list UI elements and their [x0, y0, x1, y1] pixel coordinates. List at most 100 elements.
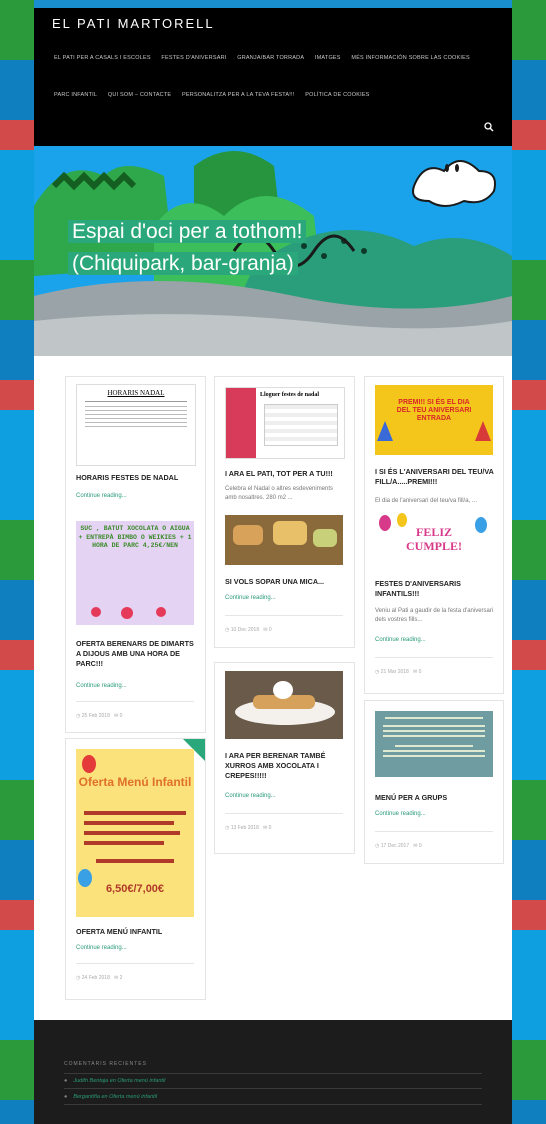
continue-reading-link[interactable]: Continue reading... [375, 637, 426, 643]
continue-reading-link[interactable]: Continue reading... [375, 811, 426, 817]
comment-count[interactable]: 0 [120, 713, 123, 719]
post-date[interactable]: 17 Dec 2017 [381, 843, 409, 849]
comment-icon: ✉ [114, 713, 119, 719]
clock-icon: ◷ [225, 825, 230, 831]
post-date[interactable]: 25 Feb 2018 [82, 713, 110, 719]
post-title[interactable]: I ARA PER BERENAR TAMBÉ XURROS AMB XOCOL… [225, 751, 347, 781]
post-excerpt: El dia de l'aniversari del teu/va fill/a… [375, 498, 477, 504]
comment-icon: ✉ [413, 843, 418, 849]
nav-item-festes[interactable]: FESTES D'ANIVERSARI [161, 55, 226, 61]
nav-item-personalitza[interactable]: PERSONALITZA PER A LA TEVA FESTA!!! [182, 92, 294, 98]
nav-item-politica-cookies[interactable]: POLÍTICA DE COOKIES [305, 92, 369, 98]
nav-item-granja[interactable]: GRANJA/BAR TORRADA [237, 55, 304, 61]
divider [76, 963, 194, 964]
post-title[interactable]: HORARIS FESTES DE NADAL [76, 473, 198, 483]
post-title[interactable]: I SI ÉS L'ANIVERSARI DEL TEU/VA FILL/A..… [375, 467, 497, 487]
divider [64, 1088, 482, 1089]
post-title[interactable]: MENÚ PER A GRUPS [375, 793, 497, 803]
post-title[interactable]: SI VOLS SOPAR UNA MICA... [225, 577, 347, 587]
recent-comment-item[interactable]: ● Bergantiña en Oferta menú infantil [64, 1094, 157, 1100]
post-meta: ◷ 24 Feb 2018 ✉ 2 [76, 975, 122, 981]
comment-icon: ✉ [114, 975, 119, 981]
comment-count[interactable]: 0 [419, 669, 422, 675]
site-footer: COMENTARIS RECIENTES ● Judith Bentaja en … [34, 1020, 512, 1124]
thumbnail-heading: Lloguer festes de nadal [260, 392, 320, 398]
post-date[interactable]: 21 Mar 2018 [381, 669, 409, 675]
divider [64, 1073, 482, 1074]
comment-icon: ● [64, 1094, 68, 1100]
post-thumbnail[interactable] [225, 671, 343, 739]
comment-icon: ✉ [263, 627, 268, 633]
comment-icon: ● [64, 1078, 68, 1084]
post-title[interactable]: OFERTA MENÚ INFANTIL [76, 927, 198, 937]
post-meta: ◷ 21 Mar 2018 ✉ 0 [375, 669, 421, 675]
continue-reading-link[interactable]: Continue reading... [225, 595, 276, 601]
primary-nav-row-1: EL PATI PER A CASALS I ESCOLES FESTES D'… [54, 55, 479, 61]
post-meta: ◷ 10 Dec 2018 ✉ 0 [225, 627, 272, 633]
divider [375, 657, 493, 658]
divider [76, 701, 194, 702]
continue-reading-link[interactable]: Continue reading... [76, 493, 127, 499]
post-thumbnail[interactable] [375, 711, 493, 777]
background-left [0, 0, 34, 1124]
post-title[interactable]: OFERTA BERENARS DE DIMARTS A DIJOUS AMB … [76, 639, 198, 669]
thumbnail-price: 6,50€/7,00€ [105, 883, 165, 895]
clock-icon: ◷ [76, 975, 81, 981]
continue-reading-link[interactable]: Continue reading... [76, 683, 127, 689]
post-card-aniversari-premi: PREMI!! SI ÉS EL DIA DEL TEU ANIVERSARI … [364, 376, 504, 694]
continue-reading-link[interactable]: Continue reading... [76, 945, 127, 951]
thumbnail-text: FELIZ CUMPLE! [406, 525, 462, 553]
post-card-lloguer: Lloguer festes de nadal I ARA EL PATI, T… [214, 376, 355, 648]
search-icon[interactable] [484, 122, 494, 132]
thumbnail-text: PREMI!! SI ÉS EL DIA DEL TEU ANIVERSARI … [396, 399, 472, 422]
thumbnail-heading: HORARIS NADAL [107, 389, 165, 397]
divider [225, 615, 343, 616]
clock-icon: ◷ [76, 713, 81, 719]
divider [225, 813, 343, 814]
post-date[interactable]: 13 Feb 2018 [231, 825, 259, 831]
post-title[interactable]: FESTES D'ANIVERSARIS INFANTILS!!! [375, 579, 497, 599]
nav-item-contacte[interactable]: QUI SOM – CONTACTE [108, 92, 171, 98]
nav-item-imatges[interactable]: IMATGES [315, 55, 341, 61]
nav-item-parc[interactable]: PARC INFANTIL [54, 92, 97, 98]
post-thumbnail[interactable]: SUC , BATUT XOCOLATA O AIGUA + ENTREPÀ B… [76, 521, 194, 625]
post-thumbnail[interactable]: HORARIS NADAL [76, 384, 196, 466]
post-thumbnail[interactable]: FELIZ CUMPLE! [375, 511, 493, 567]
site-title[interactable]: EL PATI MARTORELL [52, 16, 215, 31]
post-card-horaris-nadal: HORARIS NADAL HORARIS FESTES DE NADAL Co… [65, 376, 206, 733]
thumbnail-text: SUC , BATUT XOCOLATA O AIGUA + ENTREPÀ B… [78, 525, 192, 549]
primary-nav-row-2: PARC INFANTIL QUI SOM – CONTACTE PERSONA… [54, 92, 379, 98]
clock-icon: ◷ [375, 669, 380, 675]
clock-icon: ◷ [375, 843, 380, 849]
post-title[interactable]: I ARA EL PATI, TOT PER A TU!!! [225, 469, 347, 479]
post-thumbnail[interactable] [225, 515, 343, 565]
post-card-xurros: I ARA PER BERENAR TAMBÉ XURROS AMB XOCOL… [214, 662, 355, 854]
thumbnail-heading: Oferta Menú Infantil [78, 775, 192, 789]
divider [375, 831, 493, 832]
post-date[interactable]: 24 Feb 2018 [82, 975, 110, 981]
post-meta: ◷ 17 Dec 2017 ✉ 0 [375, 843, 422, 849]
page: EL PATI MARTORELL EL PATI PER A CASALS I… [34, 8, 512, 1124]
recent-comment-item[interactable]: ● Judith Bentaja en Oferta menú infantil [64, 1078, 165, 1084]
nav-item-cookies-info[interactable]: MÉS INFORMACIÓN SOBRE LAS COOKIES [351, 55, 469, 61]
comment-icon: ✉ [263, 825, 268, 831]
post-thumbnail[interactable]: Lloguer festes de nadal [225, 387, 345, 459]
post-meta: ◷ 25 Feb 2018 ✉ 0 [76, 713, 122, 719]
background-right [512, 0, 546, 1124]
post-thumbnail[interactable]: PREMI!! SI ÉS EL DIA DEL TEU ANIVERSARI … [375, 385, 493, 455]
nav-item-casals[interactable]: EL PATI PER A CASALS I ESCOLES [54, 55, 151, 61]
comment-count[interactable]: 0 [419, 843, 422, 849]
continue-reading-link[interactable]: Continue reading... [225, 793, 276, 799]
comment-icon: ✉ [413, 669, 418, 675]
post-excerpt: Veniu al Pati a gaudir de la festa d'ani… [375, 608, 494, 623]
hero-banner: Espai d'oci per a tothom! (Chiquipark, b… [34, 146, 512, 356]
comment-count[interactable]: 0 [269, 627, 272, 633]
footer-widget-title: COMENTARIS RECIENTES [64, 1061, 147, 1067]
post-meta: ◷ 13 Feb 2018 ✉ 0 [225, 825, 271, 831]
comment-count[interactable]: 2 [120, 975, 123, 981]
comment-count[interactable]: 0 [269, 825, 272, 831]
post-thumbnail[interactable]: Oferta Menú Infantil 6,50€/7,00€ [76, 749, 194, 917]
post-date[interactable]: 10 Dec 2018 [231, 627, 259, 633]
site-header: EL PATI MARTORELL EL PATI PER A CASALS I… [34, 8, 512, 146]
post-card-menu-grups: MENÚ PER A GRUPS Continue reading... ◷ 1… [364, 700, 504, 864]
